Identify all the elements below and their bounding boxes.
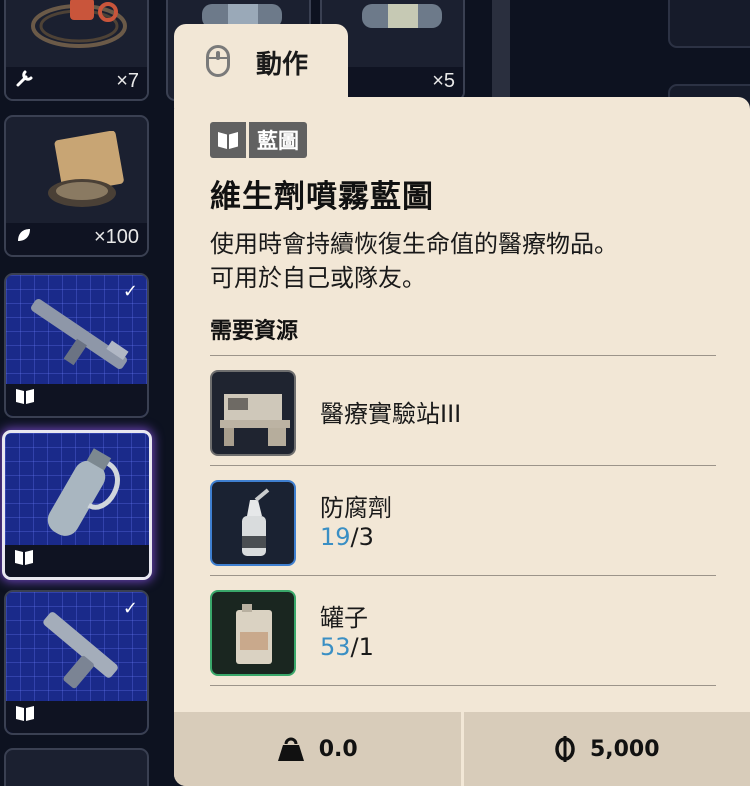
seed-packet-icon	[48, 131, 124, 207]
book-icon	[15, 704, 35, 726]
requirement-name: 防腐劑	[320, 494, 392, 522]
price-stat: 5,000	[464, 712, 750, 786]
action-tab-label: 動作	[256, 50, 309, 80]
weight-value: 0.0	[318, 736, 358, 762]
slot-quantity: ×5	[432, 70, 455, 92]
rifle-icon	[31, 298, 129, 370]
requirement-count: 53/1	[320, 633, 374, 661]
description-line: 可用於自己或隊友。	[210, 264, 426, 292]
wire-coil-icon	[31, 0, 127, 48]
leaf-icon	[15, 226, 33, 248]
weight-icon	[277, 737, 304, 761]
requirement-count: 19/3	[320, 523, 374, 551]
side-panel-top	[668, 0, 750, 48]
blueprint-badge: 藍圖	[210, 122, 307, 158]
inventory-slot-rifle-blueprint[interactable]: ✓	[4, 273, 149, 418]
divider	[210, 685, 716, 686]
inventory-slot-wire-coil[interactable]: ×7	[4, 0, 149, 101]
mouse-icon	[206, 45, 230, 77]
inventory-slot-seed-packet[interactable]: ×100	[4, 115, 149, 257]
inventory-slot-spray-blueprint[interactable]	[2, 430, 152, 580]
item-stats-bar: 0.0 5,000	[174, 712, 750, 786]
slot-quantity: ×100	[93, 226, 139, 248]
coin-icon	[555, 736, 575, 762]
slot-quantity: ×7	[116, 70, 139, 92]
weight-stat: 0.0	[174, 712, 461, 786]
item-description: 使用時會持續恢復生命值的醫療物品。 可用於自己或隊友。	[210, 227, 720, 295]
book-icon	[14, 548, 34, 570]
canister-icon	[362, 4, 442, 28]
pistol-icon	[43, 612, 118, 689]
owned-check-icon: ✓	[122, 598, 138, 619]
book-icon	[15, 387, 35, 409]
requirement-item: 醫療實驗站III	[210, 356, 716, 464]
requirement-name: 醫療實驗站III	[320, 400, 462, 428]
requirement-item: 防腐劑 19/3	[210, 466, 716, 574]
needed-count: /3	[350, 523, 374, 551]
action-tab[interactable]: 動作	[174, 24, 348, 108]
requirement-name: 罐子	[320, 604, 368, 632]
item-title: 維生劑噴霧藍圖	[210, 179, 434, 215]
owned-check-icon: ✓	[122, 281, 138, 302]
needed-count: /1	[350, 633, 374, 661]
item-tooltip: 藍圖 維生劑噴霧藍圖 使用時會持續恢復生命值的醫療物品。 可用於自己或隊友。 需…	[174, 97, 750, 786]
owned-count: 53	[320, 633, 351, 661]
owned-count: 19	[320, 523, 351, 551]
inventory-slot-empty[interactable]	[4, 748, 149, 786]
price-value: 5,000	[589, 736, 660, 762]
requirement-item: 罐子 53/1	[210, 576, 716, 684]
description-line: 使用時會持續恢復生命值的醫療物品。	[210, 230, 618, 258]
badge-label: 藍圖	[249, 122, 307, 158]
can-icon	[210, 590, 296, 676]
scroll-track[interactable]	[492, 0, 510, 100]
wrench-icon	[15, 68, 35, 92]
inventory-slot-pistol-blueprint[interactable]: ✓	[4, 590, 149, 735]
bottle-icon	[210, 480, 296, 566]
requirements-heading: 需要資源	[210, 319, 299, 344]
lab-station-icon	[210, 370, 296, 456]
spray-canister-icon	[47, 448, 120, 536]
book-icon	[210, 122, 246, 158]
